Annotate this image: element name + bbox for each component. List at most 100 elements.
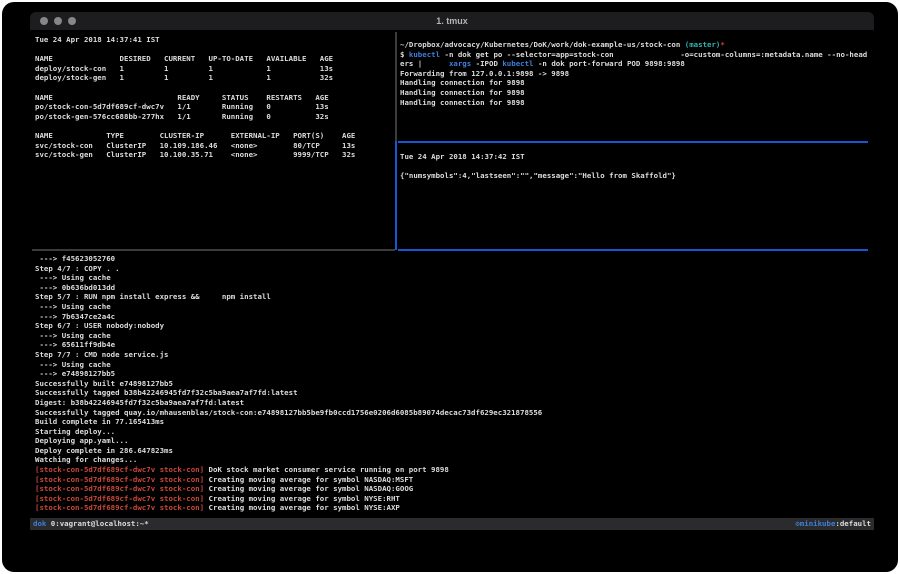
terminal-text-segment: NAME TYPE CLUSTER-IP EXTERNAL-IP PORT(S)…: [35, 131, 355, 140]
terminal-text-segment: Creating moving average for symbol NYSE:…: [204, 494, 400, 503]
terminal-text-segment: Handling connection for 9898: [400, 88, 525, 97]
terminal-text-segment: Build complete in 77.165413ms: [35, 417, 164, 426]
terminal-text-segment: *: [720, 40, 724, 49]
pane-service-output[interactable]: Tue 24 Apr 2018 14:37:42 IST {"numsymbol…: [400, 152, 872, 247]
pane-divider-vertical-active[interactable]: [395, 141, 397, 250]
terminal-text-segment: Tue 24 Apr 2018 14:37:41 IST: [35, 35, 160, 44]
terminal-text-segment: kubectl: [409, 50, 440, 59]
status-session-window[interactable]: dok 0:vagrant@localhost:~*: [33, 518, 149, 530]
status-kube-context: ⚙minikube:default: [795, 518, 871, 530]
terminal-line: ~/Dropbox/advocacy/Kubernetes/DoK/work/d…: [400, 40, 872, 50]
terminal-line: ---> e74898127bb5: [35, 369, 871, 379]
terminal-text-segment: xargs: [449, 59, 471, 68]
pane-divider-top-right-active[interactable]: [398, 141, 868, 143]
terminal-text-segment: deploy/stock-con 1 1 1 1 13s: [35, 64, 333, 73]
pane-kubectl-resources[interactable]: Tue 24 Apr 2018 14:37:41 IST NAME DESIRE…: [35, 35, 395, 247]
terminal-line: ⚙minikube:default: [795, 518, 871, 530]
terminal-line: ---> 7b6347ce2a4c: [35, 312, 871, 322]
terminal-text-segment: Creating moving average for symbol NYSE:…: [204, 503, 400, 512]
window-title: 1. tmux: [30, 12, 874, 30]
terminal-line: Step 6/7 : USER nobody:nobody: [35, 321, 871, 331]
desktop-background: 1. tmux Tue 24 Apr 2018 14:37:41 IST NAM…: [2, 2, 898, 572]
terminal-line: [stock-con-5d7df689cf-dwc7v stock-con] C…: [35, 475, 871, 485]
terminal-text-segment: Deploying app.yaml...: [35, 436, 128, 445]
tmux-status-bar[interactable]: dok 0:vagrant@localhost:~* ⚙minikube:def…: [30, 518, 874, 530]
terminal-line: NAME TYPE CLUSTER-IP EXTERNAL-IP PORT(S)…: [35, 131, 395, 141]
terminal-text-segment: {"numsymbols":4,"lastseen":"","message":…: [400, 171, 676, 180]
terminal-text-segment: -IPOD: [471, 59, 502, 68]
terminal-text-segment: NAME DESIRED CURRENT UP-TO-DATE AVAILABL…: [35, 54, 333, 63]
terminal-text-segment: ---> 65611ff9db4e: [35, 340, 115, 349]
terminal-line: po/stock-con-5d7df689cf-dwc7v 1/1 Runnin…: [35, 102, 395, 112]
pane-divider-bottom-right-active[interactable]: [398, 249, 868, 251]
pane-port-forward[interactable]: ~/Dropbox/advocacy/Kubernetes/DoK/work/d…: [400, 40, 872, 140]
terminal-text-segment: po/stock-con-5d7df689cf-dwc7v 1/1 Runnin…: [35, 102, 329, 111]
terminal-line: Successfully tagged quay.io/mhausenblas/…: [35, 408, 871, 418]
terminal-line: Successfully tagged b38b42246945fd7f32c5…: [35, 388, 871, 398]
terminal-text-segment: Deploy complete in 286.647823ms: [35, 446, 173, 455]
terminal-text-segment: svc/stock-con ClusterIP 10.109.186.46 <n…: [35, 141, 355, 150]
terminal-text-segment: svc/stock-gen ClusterIP 10.100.35.71 <no…: [35, 150, 355, 159]
terminal-line: {"numsymbols":4,"lastseen":"","message":…: [400, 171, 872, 181]
terminal-line: ---> f45623052760: [35, 254, 871, 264]
terminal-line: NAME DESIRED CURRENT UP-TO-DATE AVAILABL…: [35, 54, 395, 64]
terminal-text-segment: [stock-con-5d7df689cf-dwc7v stock-con]: [35, 465, 204, 474]
terminal-line: $ kubectl -n dok get po --selector=app=s…: [400, 50, 872, 60]
terminal-line: Tue 24 Apr 2018 14:37:41 IST: [35, 35, 395, 45]
terminal-text-segment: NAME READY STATUS RESTARTS AGE: [35, 93, 329, 102]
terminal-line: ---> Using cache: [35, 302, 871, 312]
terminal-text-segment: [stock-con-5d7df689cf-dwc7v stock-con]: [35, 484, 204, 493]
terminal-line: po/stock-gen-576cc688bb-277hx 1/1 Runnin…: [35, 112, 395, 122]
terminal-text-segment: Creating moving average for symbol NASDA…: [204, 484, 413, 493]
terminal-line: [stock-con-5d7df689cf-dwc7v stock-con] C…: [35, 503, 871, 513]
terminal-text-segment: ---> 7b6347ce2a4c: [35, 312, 115, 321]
terminal-text-segment: deploy/stock-gen 1 1 1 1 32s: [35, 73, 333, 82]
terminal-line: Forwarding from 127.0.0.1:9898 -> 9898: [400, 69, 872, 79]
terminal-text-segment: ---> Using cache: [35, 360, 111, 369]
terminal-line: Starting deploy...: [35, 427, 871, 437]
terminal-text-segment: ers |: [400, 59, 449, 68]
titlebar[interactable]: 1. tmux: [30, 12, 874, 30]
terminal-line: Watching for changes...: [35, 455, 871, 465]
terminal-text-segment: ---> Using cache: [35, 302, 111, 311]
terminal-text-segment: ---> e74898127bb5: [35, 369, 115, 378]
pane-divider-vertical-inactive[interactable]: [395, 32, 397, 141]
terminal-line: [35, 121, 395, 131]
terminal-line: Deploy complete in 286.647823ms: [35, 446, 871, 456]
terminal-text-segment: Step 5/7 : RUN npm install express && np…: [35, 292, 271, 301]
terminal-line: Handling connection for 9898: [400, 78, 872, 88]
terminal-text-segment: Starting deploy...: [35, 427, 115, 436]
terminal-text-segment: DoK stock market consumer service runnin…: [204, 465, 449, 474]
terminal-text-segment: (master): [685, 40, 721, 49]
terminal-text-segment: Successfully tagged b38b42246945fd7f32c5…: [35, 388, 298, 397]
terminal-text-segment: Handling connection for 9898: [400, 78, 525, 87]
terminal-text-segment: Watching for changes...: [35, 455, 137, 464]
terminal-line: [stock-con-5d7df689cf-dwc7v stock-con] C…: [35, 484, 871, 494]
terminal-text-segment: Handling connection for 9898: [400, 98, 525, 107]
terminal-line: dok 0:vagrant@localhost:~*: [33, 518, 149, 530]
terminal-line: ers | xargs -IPOD kubectl -n dok port-fo…: [400, 59, 872, 69]
terminal-text-segment: dok: [33, 519, 46, 528]
terminal-line: Digest: b38b42246945fd7f32c5ba9aea7af7fd…: [35, 398, 871, 408]
terminal-text-segment: $: [400, 50, 409, 59]
terminal-text-segment: Step 4/7 : COPY . .: [35, 264, 120, 273]
terminal-line: Successfully built e74898127bb5: [35, 379, 871, 389]
terminal-line: Step 5/7 : RUN npm install express && np…: [35, 292, 871, 302]
terminal-text-segment: ---> Using cache: [35, 273, 111, 282]
terminal-line: ---> 0b636bd013dd: [35, 283, 871, 293]
pane-divider-bottom-left-inactive[interactable]: [32, 249, 395, 251]
terminal-line: Handling connection for 9898: [400, 98, 872, 108]
terminal-text-segment: Successfully built e74898127bb5: [35, 379, 173, 388]
terminal-text-segment: -n dok get po --selector=app=stock-con -…: [440, 50, 867, 59]
terminal-text-segment: ⚙minikube: [795, 519, 835, 528]
terminal-text-segment: :default: [835, 519, 871, 528]
terminal-line: [400, 162, 872, 172]
terminal-body[interactable]: Tue 24 Apr 2018 14:37:41 IST NAME DESIRE…: [30, 30, 874, 518]
terminal-text-segment: Successfully tagged quay.io/mhausenblas/…: [35, 408, 542, 417]
terminal-text-segment: ~/Dropbox/advocacy/Kubernetes/DoK/work/d…: [400, 40, 685, 49]
terminal-window: 1. tmux Tue 24 Apr 2018 14:37:41 IST NAM…: [30, 12, 874, 530]
terminal-line: NAME READY STATUS RESTARTS AGE: [35, 93, 395, 103]
pane-skaffold-build-log[interactable]: ---> f45623052760Step 4/7 : COPY . . ---…: [35, 254, 871, 516]
terminal-line: deploy/stock-gen 1 1 1 1 32s: [35, 73, 395, 83]
terminal-line: svc/stock-con ClusterIP 10.109.186.46 <n…: [35, 141, 395, 151]
